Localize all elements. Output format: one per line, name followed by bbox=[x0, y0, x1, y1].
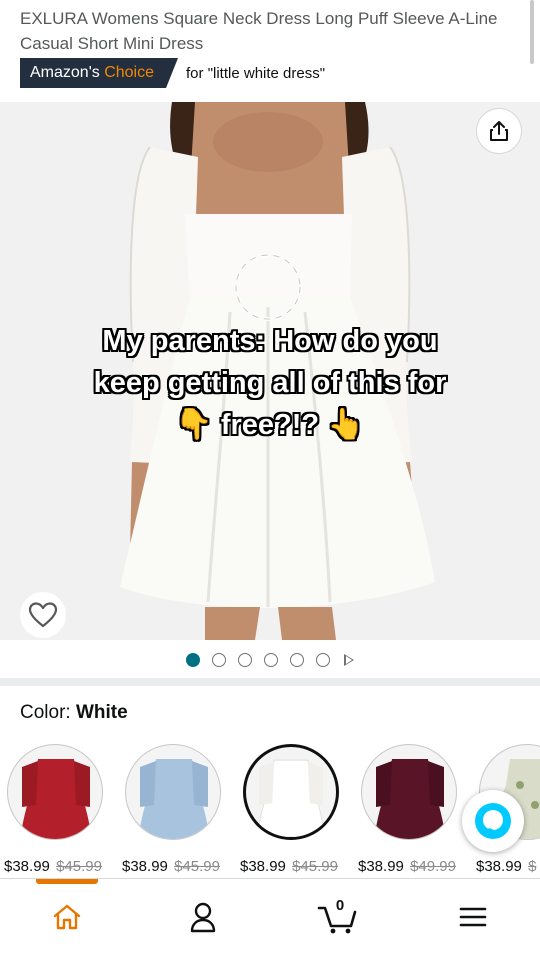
swatch-image bbox=[125, 744, 221, 840]
caption-line-3-text: free?!? bbox=[220, 409, 320, 441]
nav-home[interactable] bbox=[44, 897, 90, 937]
badge-prefix: Amazon's bbox=[30, 64, 105, 81]
carousel-video-icon[interactable] bbox=[344, 654, 354, 666]
pointing-down-emoji: 👇 bbox=[175, 408, 213, 441]
active-tab-indicator bbox=[36, 879, 98, 884]
badge-search-term: for "little white dress" bbox=[186, 64, 326, 82]
cart-count: 0 bbox=[335, 897, 345, 914]
carousel-dot-3[interactable] bbox=[238, 653, 252, 667]
swatch-price: $38.99 $45.99 bbox=[240, 858, 338, 875]
color-label: Color: bbox=[20, 702, 76, 723]
scrollbar-thumb[interactable] bbox=[530, 0, 534, 64]
burgundy-dress-thumbnail bbox=[374, 759, 446, 839]
red-dress-thumbnail bbox=[20, 759, 92, 839]
alexa-button[interactable] bbox=[462, 790, 524, 852]
account-icon bbox=[190, 902, 216, 933]
color-selector-label: Color: White bbox=[20, 702, 128, 724]
carousel-dot-1[interactable] bbox=[186, 653, 200, 667]
swatch-price: $38.99 $45.99 bbox=[122, 858, 220, 875]
blue-dress-thumbnail bbox=[138, 759, 210, 839]
nav-cart[interactable]: 0 bbox=[314, 897, 360, 937]
menu-icon bbox=[459, 907, 487, 927]
share-button[interactable] bbox=[476, 108, 522, 154]
caption-line-2: keep getting all of this for bbox=[93, 367, 447, 399]
video-caption: My parents: How do you keep getting all … bbox=[60, 320, 480, 446]
swatch-image bbox=[361, 744, 457, 840]
white-dress-thumbnail bbox=[256, 759, 326, 837]
product-image[interactable]: My parents: How do you keep getting all … bbox=[0, 102, 540, 640]
nav-menu[interactable] bbox=[450, 897, 496, 937]
caption-line-3: 👇 free?!? 👆 bbox=[60, 404, 480, 446]
bottom-navigation: 0 bbox=[0, 878, 540, 960]
home-icon bbox=[53, 904, 81, 930]
section-divider bbox=[0, 678, 540, 686]
swatch-price: $38.99 $45.99 bbox=[4, 858, 102, 875]
swatch-price: $38.99 $49.99 bbox=[358, 858, 456, 875]
color-value: White bbox=[75, 702, 128, 723]
pointing-up-emoji: 👆 bbox=[327, 408, 365, 441]
swatch-image bbox=[7, 744, 103, 840]
nav-account[interactable] bbox=[180, 897, 226, 937]
product-title[interactable]: EXLURA Womens Square Neck Dress Long Puf… bbox=[20, 6, 525, 56]
badge-choice: Choice bbox=[104, 64, 155, 81]
carousel-dot-2[interactable] bbox=[212, 653, 226, 667]
image-carousel-dots bbox=[0, 650, 540, 670]
swatch-image-selected bbox=[243, 744, 339, 840]
share-icon bbox=[490, 121, 508, 141]
amazons-choice-badge[interactable]: Amazon's Choice bbox=[20, 58, 178, 88]
color-swatches: $38.99 $45.99 $38.99 $45.99 $38.99 $45.9… bbox=[0, 744, 540, 879]
swatch-price: $38.99 $ bbox=[476, 858, 537, 875]
carousel-dot-5[interactable] bbox=[290, 653, 304, 667]
product-page: EXLURA Womens Square Neck Dress Long Puf… bbox=[0, 0, 540, 960]
carousel-dot-4[interactable] bbox=[264, 653, 278, 667]
caption-line-1: My parents: How do you bbox=[102, 325, 438, 357]
carousel-dot-6[interactable] bbox=[316, 653, 330, 667]
amazons-choice-row: Amazon's Choice for "little white dress" bbox=[20, 58, 325, 88]
alexa-icon bbox=[475, 803, 511, 839]
heart-icon bbox=[28, 602, 58, 628]
wishlist-button[interactable] bbox=[20, 592, 66, 638]
